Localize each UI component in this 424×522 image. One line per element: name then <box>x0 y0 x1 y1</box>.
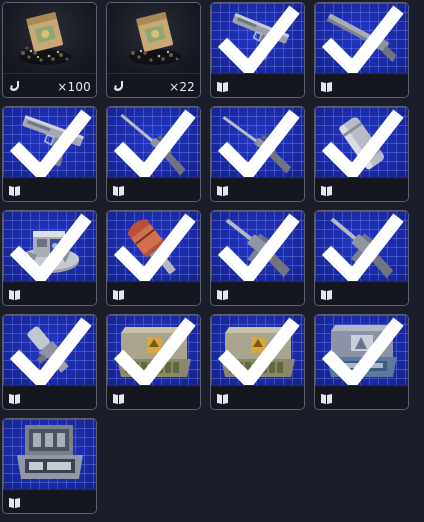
slot-footer <box>107 281 200 305</box>
inventory-slot[interactable] <box>106 210 201 306</box>
item-artwork <box>211 107 304 179</box>
blueprint-book-icon <box>9 186 20 196</box>
item-quantity: ×22 <box>169 80 195 94</box>
blueprint-book-icon <box>113 394 124 404</box>
seed-packet-icon <box>129 11 181 65</box>
item-quantity: ×100 <box>57 80 91 94</box>
owned-check-icon <box>217 5 300 75</box>
blueprint-book-icon <box>113 290 124 300</box>
item-artwork <box>315 3 408 75</box>
blueprint-book-icon <box>113 186 124 196</box>
blueprint-book-icon <box>9 498 20 508</box>
inventory-slot[interactable] <box>314 210 409 306</box>
item-artwork <box>211 3 304 75</box>
inventory-slot[interactable] <box>314 2 409 98</box>
item-artwork <box>315 107 408 179</box>
inventory-slot[interactable] <box>2 418 97 514</box>
gesture-type-icon <box>114 81 123 91</box>
item-artwork <box>107 211 200 283</box>
blueprint-book-icon <box>321 186 332 196</box>
open-tool-case-blueprint-icon <box>17 425 83 479</box>
item-artwork <box>3 3 96 75</box>
slot-footer: ×22 <box>107 73 200 97</box>
slot-footer <box>3 489 96 513</box>
owned-check-icon <box>113 109 196 179</box>
slot-footer <box>3 281 96 305</box>
owned-check-icon <box>321 5 404 75</box>
slot-footer <box>211 177 304 201</box>
slot-footer <box>315 177 408 201</box>
slot-footer <box>211 281 304 305</box>
blueprint-book-icon <box>321 394 332 404</box>
item-artwork <box>107 107 200 179</box>
inventory-slot[interactable] <box>2 106 97 202</box>
slot-footer <box>3 177 96 201</box>
owned-check-icon <box>321 109 404 179</box>
blueprint-book-icon <box>9 394 20 404</box>
inventory-slot[interactable] <box>210 210 305 306</box>
blueprint-book-icon <box>321 290 332 300</box>
item-artwork <box>107 3 200 75</box>
item-artwork <box>211 315 304 387</box>
blueprint-book-icon <box>217 186 228 196</box>
item-artwork <box>3 315 96 387</box>
owned-check-icon <box>217 317 300 387</box>
item-artwork <box>315 315 408 387</box>
owned-check-icon <box>9 317 92 387</box>
inventory-slot[interactable] <box>314 106 409 202</box>
slot-footer <box>107 385 200 409</box>
inventory-slot[interactable] <box>210 314 305 410</box>
slot-footer: ×100 <box>3 73 96 97</box>
blueprint-book-icon <box>217 394 228 404</box>
blueprint-book-icon <box>217 290 228 300</box>
slot-footer <box>315 73 408 97</box>
owned-check-icon <box>113 213 196 283</box>
blueprint-book-icon <box>321 82 332 92</box>
inventory-slot[interactable] <box>106 106 201 202</box>
item-artwork <box>107 315 200 387</box>
slot-footer <box>315 385 408 409</box>
item-artwork <box>315 211 408 283</box>
inventory-slot[interactable] <box>210 106 305 202</box>
item-artwork <box>3 107 96 179</box>
inventory-slot[interactable]: ×22 <box>106 2 201 98</box>
item-artwork <box>3 419 96 491</box>
gesture-type-icon <box>10 81 19 91</box>
slot-footer <box>211 73 304 97</box>
slot-footer <box>315 281 408 305</box>
inventory-grid: ×100 ×22 <box>2 2 409 514</box>
owned-check-icon <box>9 109 92 179</box>
inventory-slot[interactable] <box>314 314 409 410</box>
owned-check-icon <box>321 317 404 387</box>
slot-footer <box>107 177 200 201</box>
blueprint-book-icon <box>9 290 20 300</box>
inventory-slot[interactable] <box>210 2 305 98</box>
inventory-slot[interactable] <box>2 210 97 306</box>
owned-check-icon <box>113 317 196 387</box>
owned-check-icon <box>321 213 404 283</box>
owned-check-icon <box>9 213 92 283</box>
item-artwork <box>211 211 304 283</box>
inventory-slot[interactable] <box>106 314 201 410</box>
owned-check-icon <box>217 213 300 283</box>
inventory-slot[interactable]: ×100 <box>2 2 97 98</box>
slot-footer <box>211 385 304 409</box>
seed-packet-icon <box>19 11 71 65</box>
slot-footer <box>3 385 96 409</box>
item-artwork <box>3 211 96 283</box>
inventory-slot[interactable] <box>2 314 97 410</box>
blueprint-book-icon <box>217 82 228 92</box>
owned-check-icon <box>217 109 300 179</box>
